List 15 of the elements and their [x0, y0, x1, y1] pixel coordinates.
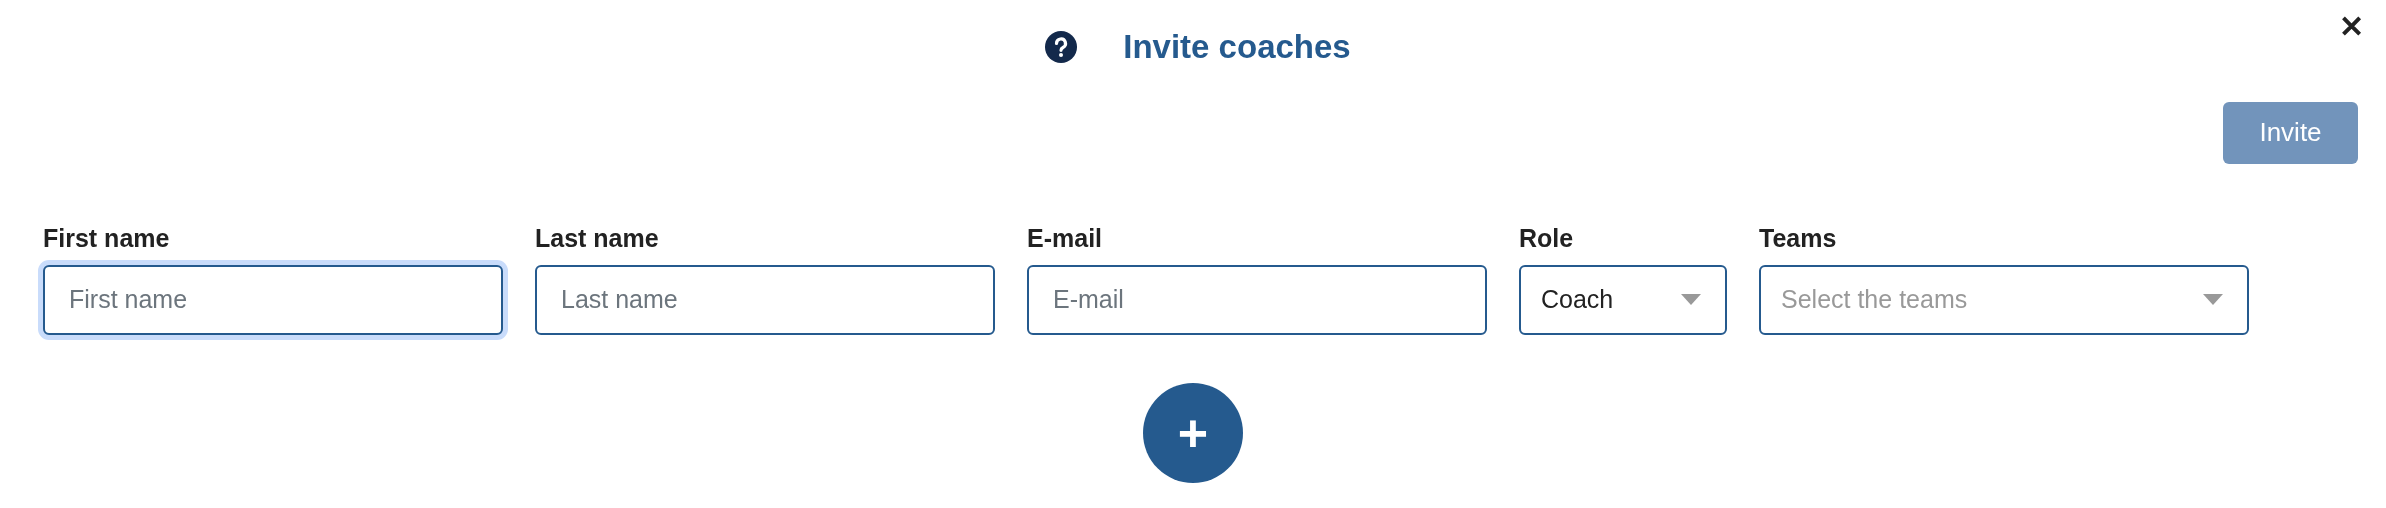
select-field[interactable]: Coach: [1519, 264, 1727, 335]
field-label: First name: [43, 225, 171, 251]
dialog-title: Invite coaches: [1123, 27, 1351, 67]
field-label: Teams: [1759, 225, 1838, 251]
caret-icon: [1681, 294, 1701, 305]
field-label: Role: [1519, 225, 1575, 251]
text-field[interactable]: Last name: [535, 264, 995, 335]
add-button[interactable]: +: [1143, 382, 1243, 483]
close-button[interactable]: ✕: [2335, 8, 2368, 46]
caret-icon: [2203, 294, 2223, 305]
field-label: E-mail: [1027, 225, 1104, 251]
field-label: Last name: [535, 225, 660, 251]
text-field[interactable]: First name: [38, 259, 508, 340]
text-field[interactable]: E-mail: [1027, 264, 1487, 335]
help-icon[interactable]: [1045, 30, 1078, 63]
